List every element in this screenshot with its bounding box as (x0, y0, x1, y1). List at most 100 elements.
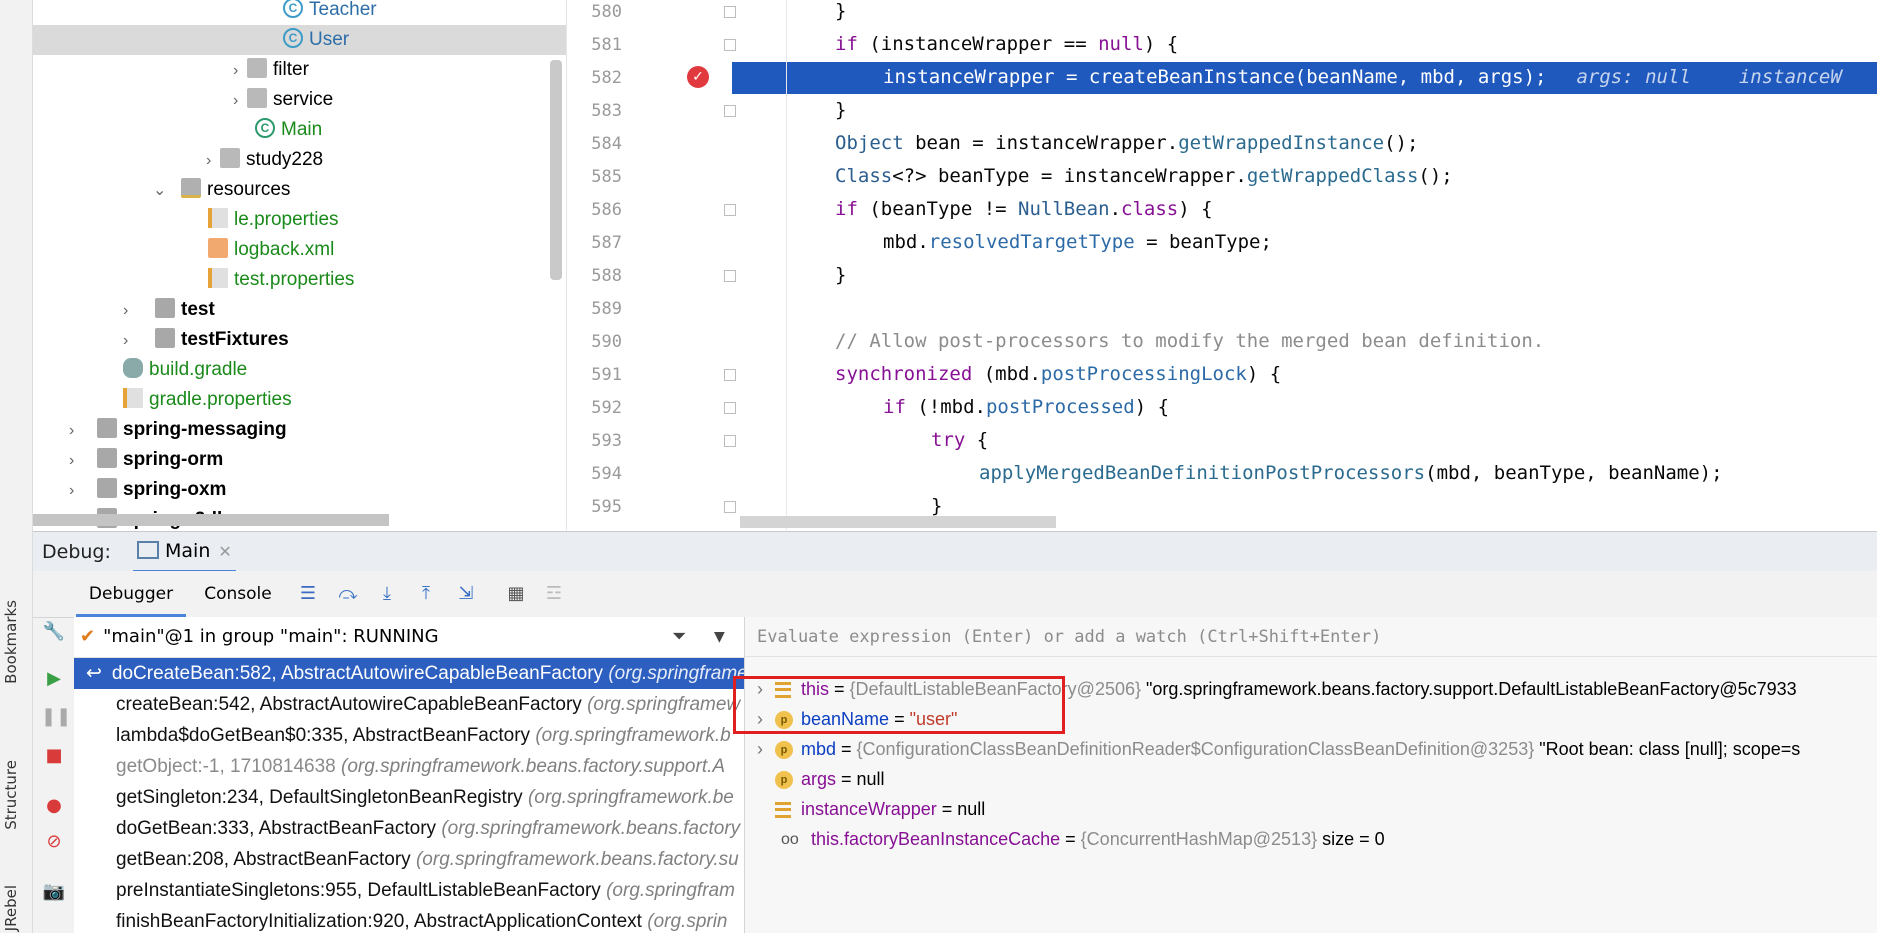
tree-item-test[interactable]: › test (123, 295, 215, 325)
chevron-right-icon[interactable]: › (233, 86, 247, 116)
variable-eq: = (1060, 829, 1081, 849)
trace-icon[interactable]: ☲ (541, 581, 567, 607)
variable-row-mbd[interactable]: › p mbd = {ConfigurationClassBeanDefinitio… (745, 734, 1877, 764)
fold-marker-icon[interactable] (724, 435, 736, 447)
code-text: } (835, 0, 847, 22)
tree-horizontal-scrollbar[interactable] (33, 514, 389, 526)
tree-item-spring-orm[interactable]: › spring-orm (69, 445, 223, 475)
tree-item-spring-messaging[interactable]: › spring-messaging (69, 415, 287, 445)
tree-item-logback-xml[interactable]: logback.xml (208, 235, 334, 265)
watch-expression-input[interactable]: Evaluate expression (Enter) or add a wat… (745, 617, 1877, 657)
stack-frame[interactable]: finishBeanFactoryInitialization:920, Abs… (74, 906, 744, 933)
tree-item-le-properties[interactable]: le.properties (208, 205, 339, 235)
fold-marker-icon[interactable] (724, 501, 736, 513)
tree-item-spring-oxm[interactable]: › spring-oxm (69, 475, 226, 505)
bookmarks-tab[interactable]: Bookmarks (2, 600, 20, 684)
chevron-down-icon[interactable]: ⌄ (153, 176, 181, 206)
chevron-right-icon[interactable]: › (745, 734, 775, 764)
variable-row-instancewrapper[interactable]: instanceWrapper = null (745, 794, 1877, 824)
evaluate-icon[interactable]: ▦ (503, 581, 529, 607)
chevron-right-icon[interactable]: › (69, 446, 97, 476)
tree-item-label: spring-oxm (123, 479, 227, 500)
filter-icon[interactable]: ⏷ (672, 617, 686, 657)
tree-item-label: study228 (246, 149, 324, 170)
tree-item-label: filter (273, 59, 309, 80)
code-keyword: class (1121, 198, 1179, 220)
variable-row-factorybeaninstancecache[interactable]: oo this.factoryBeanInstanceCache = {Concu… (745, 824, 1877, 854)
tab-debugger[interactable]: Debugger (76, 571, 186, 617)
variables-panel: Evaluate expression (Enter) or add a wat… (745, 617, 1877, 933)
variable-row-args[interactable]: p args = null (745, 764, 1877, 794)
step-into-icon[interactable]: ⤓ (374, 581, 400, 607)
chevron-right-icon[interactable]: › (69, 476, 97, 506)
chevron-right-icon[interactable]: › (233, 56, 247, 86)
stack-frame[interactable]: createBean:542, AbstractAutowireCapableB… (74, 689, 744, 720)
editor-horizontal-scrollbar[interactable] (740, 516, 1056, 528)
wrench-icon[interactable]: 🔧 (41, 619, 67, 645)
code-method: getWrappedInstance (1178, 132, 1385, 154)
project-tree: C Teacher C User › filter › service C Main › s… (33, 0, 566, 530)
fold-marker-icon[interactable] (724, 402, 736, 414)
tab-console[interactable]: Console (193, 571, 283, 617)
fold-marker-icon[interactable] (724, 270, 736, 282)
menu-icon[interactable]: ☰ (295, 581, 321, 607)
run-to-cursor-icon[interactable]: ⇲ (453, 581, 479, 607)
stack-frame[interactable]: lambda$doGetBean$0:335, AbstractBeanFact… (74, 720, 744, 751)
tree-item-service[interactable]: › service (233, 85, 333, 115)
tree-item-resources[interactable]: ⌄ resources (153, 175, 290, 205)
inline-debug-hint: args: null (1576, 66, 1691, 88)
view-breakpoints-icon[interactable]: ● (41, 793, 67, 819)
code-class: Object (835, 132, 904, 154)
chevron-right-icon[interactable]: › (206, 146, 220, 176)
stop-icon[interactable]: ■ (41, 743, 67, 769)
resume-icon[interactable]: ▶ (41, 666, 67, 692)
chevron-right-icon[interactable]: › (69, 416, 97, 446)
fold-marker-icon[interactable] (724, 6, 736, 18)
breakpoint-icon[interactable]: ✓ (687, 66, 709, 88)
stack-frame[interactable]: preInstantiateSingletons:955, DefaultLis… (74, 875, 744, 906)
return-icon: ↩ (86, 663, 102, 684)
tree-item-user[interactable]: C User (33, 25, 566, 55)
pause-icon[interactable]: ❚❚ (41, 704, 71, 730)
jrebel-tab-label: JRebel (2, 885, 20, 932)
variable-value: "org.springframework.beans.factory.suppo… (1146, 679, 1797, 699)
debug-label: Debug: (42, 541, 111, 563)
fold-marker-icon[interactable] (724, 105, 736, 117)
mute-breakpoints-icon[interactable]: ⊘ (41, 829, 67, 855)
code-keyword: try (931, 429, 966, 451)
tree-item-study228[interactable]: › study228 (206, 145, 323, 175)
fold-marker-icon[interactable] (724, 204, 736, 216)
structure-tab[interactable]: Structure (2, 760, 20, 830)
tree-item-teacher[interactable]: C Teacher (283, 0, 377, 25)
line-number: 587 (591, 233, 622, 253)
tree-item-filter[interactable]: › filter (233, 55, 309, 85)
tree-item-build-gradle[interactable]: build.gradle (123, 355, 247, 385)
tree-item-testfixtures[interactable]: › testFixtures (123, 325, 289, 355)
stack-frame[interactable]: doGetBean:333, AbstractBeanFactory (org.… (74, 813, 744, 844)
tree-item-gradle-properties[interactable]: gradle.properties (123, 385, 292, 415)
step-over-icon[interactable]: ⤼ (335, 581, 361, 607)
tree-item-test-properties[interactable]: test.properties (208, 265, 354, 295)
jrebel-tab[interactable]: JRebel (2, 885, 20, 931)
code-text: instanceWrapper = createBeanInstance(bea… (883, 66, 1547, 88)
code-method: applyMergedBeanDefinitionPostProcessors (979, 462, 1426, 484)
line-number: 594 (591, 464, 622, 484)
tree-vertical-scrollbar[interactable] (550, 60, 562, 280)
chevron-right-icon[interactable]: › (123, 326, 155, 356)
step-out-icon[interactable]: ⤒ (413, 581, 439, 607)
watch-icon: oo (781, 831, 799, 849)
chevron-down-icon[interactable]: ▼ (714, 617, 725, 657)
fold-marker-icon[interactable] (724, 369, 736, 381)
stack-frame[interactable]: getBean:208, AbstractBeanFactory (org.sp… (74, 844, 744, 875)
fold-marker-icon[interactable] (724, 39, 736, 51)
thread-selector[interactable]: ✔ "main"@1 in group "main": RUNNING ⏷ ▼ (74, 617, 744, 658)
stack-frame[interactable]: getSingleton:234, DefaultSingletonBeanRe… (74, 782, 744, 813)
debug-session-tab-main[interactable]: Main ✕ (133, 532, 236, 573)
variable-name: mbd (801, 739, 837, 759)
chevron-right-icon[interactable]: › (123, 296, 155, 326)
camera-icon[interactable]: 📷 (41, 879, 67, 905)
close-icon[interactable]: ✕ (218, 542, 231, 561)
stack-frame[interactable]: ↩ doCreateBean:582, AbstractAutowireCapab… (74, 658, 744, 689)
tree-item-main[interactable]: C Main (255, 115, 322, 145)
stack-frame[interactable]: getObject:-1, 1710814638 (org.springfram… (74, 751, 744, 782)
